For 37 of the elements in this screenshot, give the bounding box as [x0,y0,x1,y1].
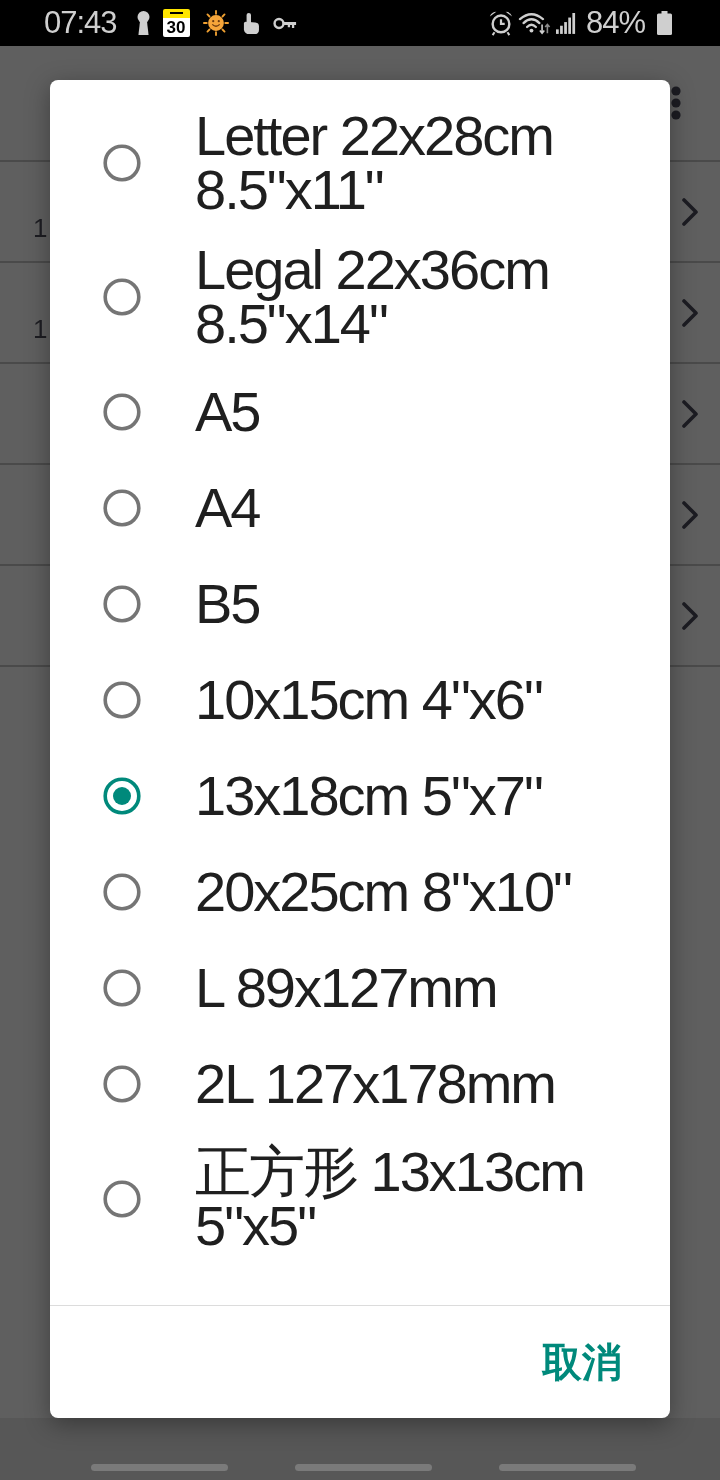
row-value: 1 [33,214,48,242]
option-label[interactable]: 2L 127x178mm [195,1057,640,1111]
key-icon [272,16,297,30]
battery-percentage: 84% [585,6,645,40]
radio-button[interactable] [103,1180,141,1218]
radio-button[interactable] [103,585,141,623]
option-label[interactable]: Letter 22x28cm 8.5"x11" [195,109,640,217]
option-label[interactable]: 正方形 13x13cm 5"x5" [195,1145,640,1253]
cancel-button[interactable]: 取消 [526,1332,638,1392]
option-label[interactable]: B5 [195,577,640,631]
radio-button[interactable] [103,1065,141,1103]
pointing-hand-icon [241,11,260,35]
option-label[interactable]: Legal 22x36cm 8.5"x14" [195,243,640,351]
radio-button[interactable] [103,681,141,719]
row-value: 1 [33,315,48,343]
option-label[interactable]: A4 [195,481,640,535]
keyhole-icon [136,11,150,35]
option-label[interactable]: A5 [195,385,640,439]
clock-time: 07:43 [44,6,117,40]
radio-button[interactable] [103,777,141,815]
radio-button[interactable] [103,393,141,431]
radio-button[interactable] [103,489,141,527]
radio-button[interactable] [103,873,141,911]
radio-button[interactable] [103,144,141,182]
signal-icon [555,12,576,34]
smiley-sun-icon [202,10,229,36]
option-label[interactable]: 13x18cm 5"x7" [195,769,640,823]
radio-button[interactable] [103,969,141,1007]
radio-button[interactable] [103,278,141,316]
battery-icon [657,11,672,35]
calendar-icon: 30 [162,9,190,37]
option-label[interactable]: L 89x127mm [195,961,640,1015]
wifi-icon [517,11,552,35]
option-label[interactable]: 10x15cm 4"x6" [195,673,640,727]
overflow-menu-icon[interactable] [671,86,681,120]
alarm-clock-icon [487,10,514,36]
option-label[interactable]: 20x25cm 8"x10" [195,865,640,919]
